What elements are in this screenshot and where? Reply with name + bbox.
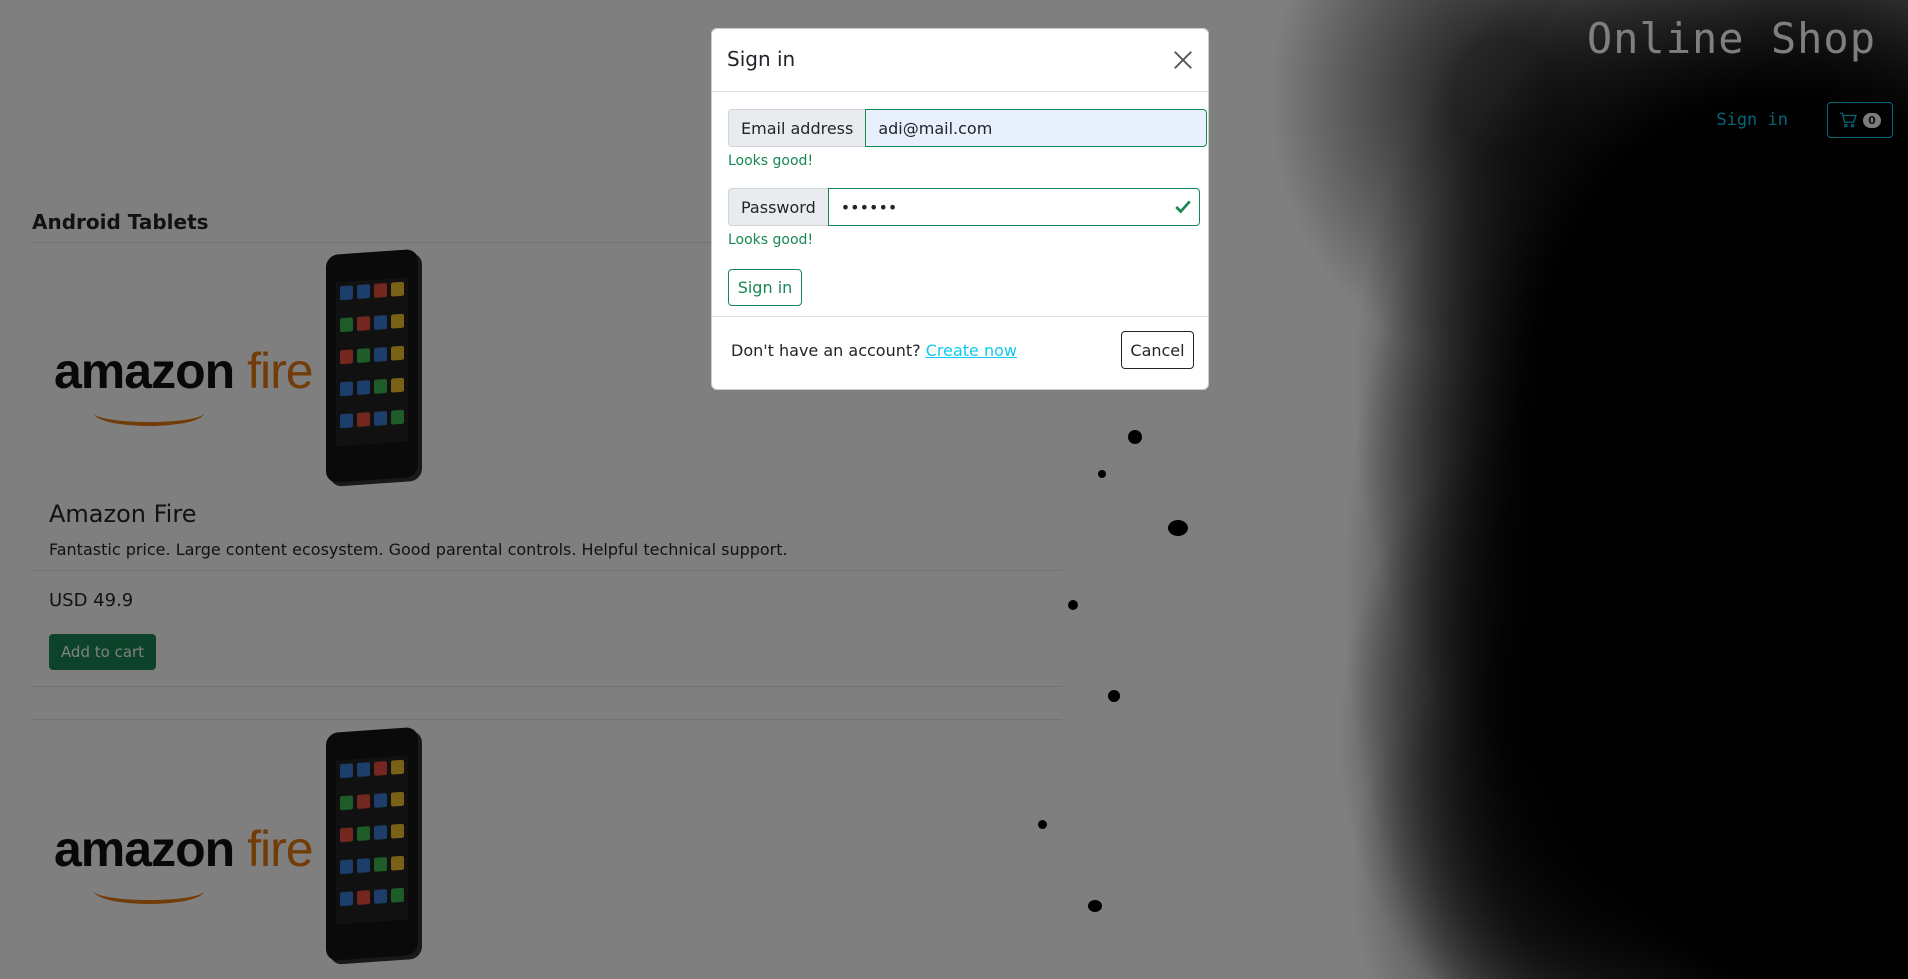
email-field[interactable] [865, 109, 1208, 147]
create-account-link[interactable]: Create now [926, 341, 1017, 360]
modal-title: Sign in [727, 47, 796, 71]
password-label: Password [728, 188, 828, 226]
signin-submit-button[interactable]: Sign in [728, 269, 802, 306]
password-valid-feedback: Looks good! [728, 232, 814, 248]
email-label: Email address [728, 109, 866, 147]
footer-prompt: Don't have an account? Create now [731, 341, 1017, 360]
signin-modal: Sign in Email address Looks good! Passwo… [711, 28, 1209, 390]
modal-header: Sign in [712, 29, 1208, 92]
email-valid-feedback: Looks good! [728, 153, 814, 169]
password-input-group: Password [728, 188, 1200, 226]
password-field[interactable] [827, 188, 1200, 226]
close-button[interactable] [1172, 49, 1194, 71]
modal-footer: Don't have an account? Create now Cancel [712, 317, 1208, 390]
footer-prompt-text: Don't have an account? [731, 341, 926, 360]
check-icon [1175, 200, 1191, 214]
email-input-group: Email address [728, 109, 1208, 147]
cancel-button[interactable]: Cancel [1121, 331, 1194, 369]
modal-body: Email address Looks good! Password Looks… [712, 92, 1208, 317]
close-icon [1174, 51, 1192, 69]
